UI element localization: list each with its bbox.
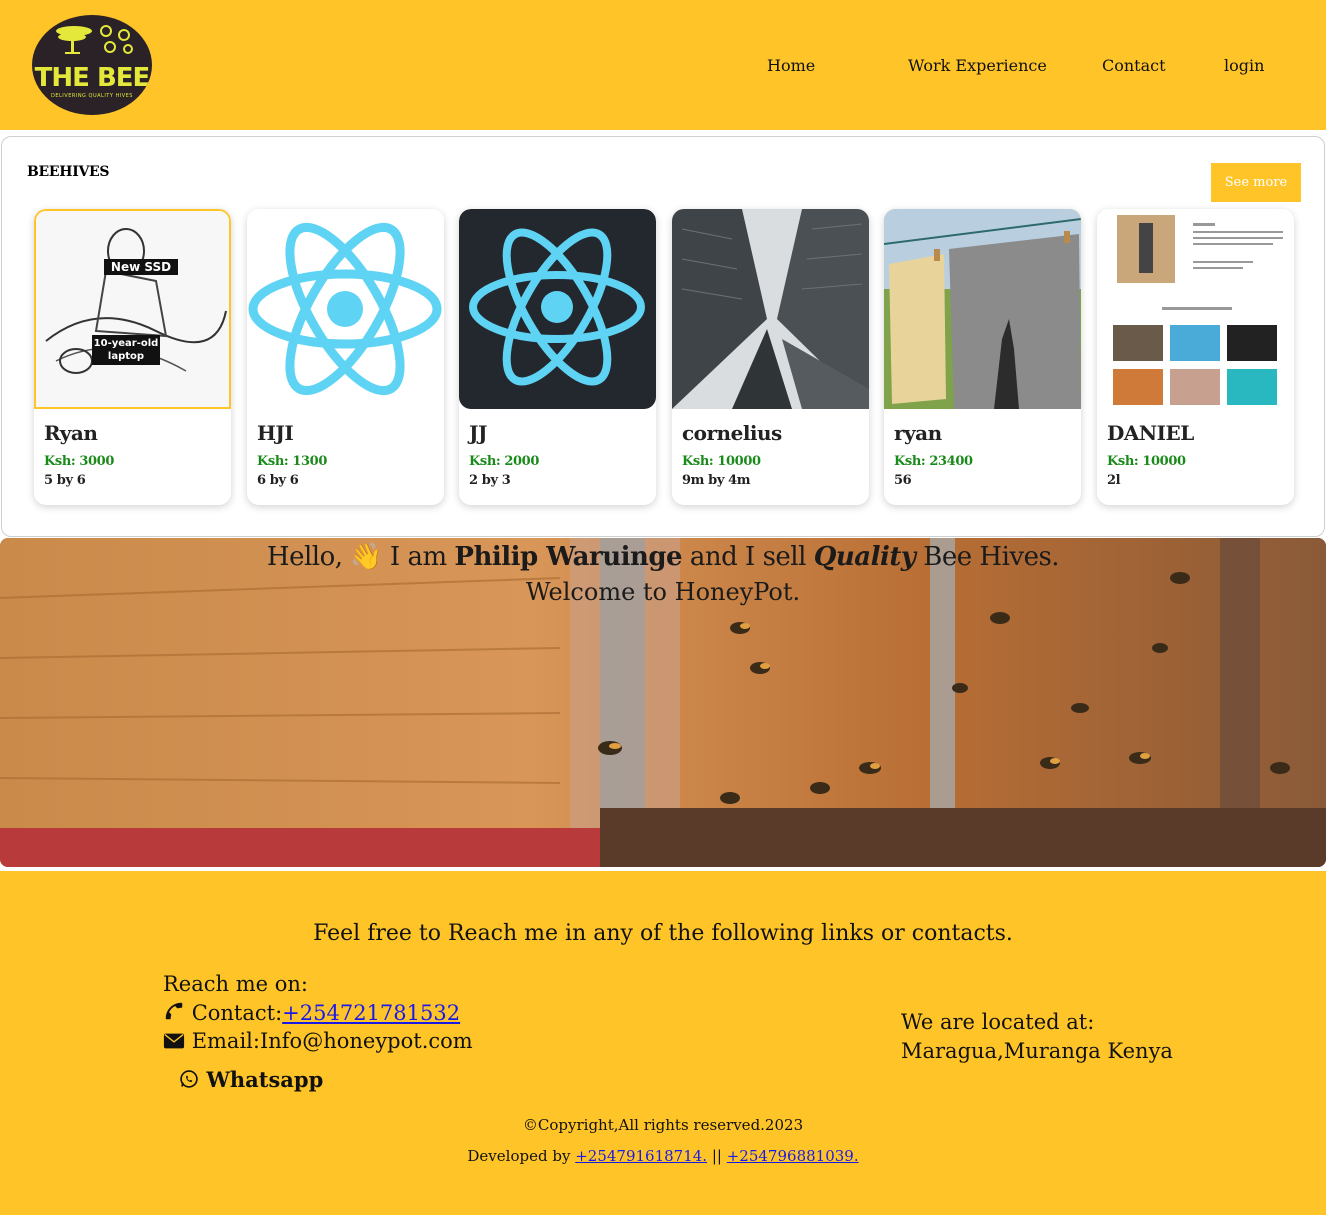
hive-image (459, 209, 656, 409)
thumb-badge: New SSD (110, 260, 172, 274)
hive-size: 56 (894, 473, 912, 488)
reach-label: Reach me on: (163, 972, 308, 996)
phone-icon (165, 1002, 183, 1020)
hive-image (1097, 209, 1294, 409)
contact-phone-link[interactable]: +254721781532 (282, 1001, 460, 1025)
hive-card[interactable]: New SSD 10-year-old laptop Ryan Ksh: 300… (34, 209, 231, 505)
hive-price: Ksh: 10000 (682, 454, 761, 469)
hive-image (247, 209, 444, 409)
hive-card[interactable]: cornelius Ksh: 10000 9m by 4m (672, 209, 869, 505)
hive-name: cornelius (682, 421, 782, 445)
developer-phone-2-link[interactable]: +254796881039. (727, 1147, 859, 1165)
section-title: BEEHIVES (27, 164, 110, 180)
site-logo[interactable]: THE BEE DELIVERING QUALITY HIVES (32, 15, 152, 115)
hero-banner: Hello, 👋 I am Philip Waruinge and I sell… (0, 538, 1326, 867)
nav-contact-link[interactable]: Contact (1102, 56, 1166, 75)
whatsapp-icon (180, 1070, 198, 1088)
site-footer: Feel free to Reach me in any of the foll… (0, 871, 1326, 1215)
contact-line: Contact:+254721781532 (163, 1000, 460, 1025)
hive-card[interactable]: DANIEL Ksh: 10000 2l (1097, 209, 1294, 505)
logo-text: THE BEE (34, 63, 151, 93)
email-line: Email:Info@honeypot.com (163, 1029, 473, 1053)
phone-separator: || (711, 1147, 722, 1165)
hive-card[interactable]: HJI Ksh: 1300 6 by 6 (247, 209, 444, 505)
hero-bee-hives: Bee Hives. (923, 542, 1060, 572)
hive-size: 2l (1107, 473, 1121, 488)
hive-name: DANIEL (1107, 421, 1194, 445)
envelope-icon (163, 1033, 185, 1049)
hive-card[interactable]: ryan Ksh: 23400 56 (884, 209, 1081, 505)
hive-name: ryan (894, 421, 942, 445)
hive-image (884, 209, 1081, 409)
hero-and-sell: and I sell (689, 542, 807, 572)
wave-icon: 👋 (350, 542, 383, 572)
hive-image: New SSD 10-year-old laptop (34, 209, 231, 409)
hive-size: 2 by 3 (469, 473, 511, 488)
hive-price: Ksh: 10000 (1107, 454, 1186, 469)
hive-size: 6 by 6 (257, 473, 299, 488)
developed-by-label: Developed by (467, 1147, 571, 1165)
location-value: Maragua,Muranga Kenya (901, 1039, 1173, 1063)
whatsapp-label: Whatsapp (206, 1067, 324, 1092)
hero-hello: Hello, (266, 542, 343, 572)
hive-image (672, 209, 869, 409)
hive-name: HJI (257, 421, 294, 445)
hive-price: Ksh: 23400 (894, 454, 973, 469)
nav-login-link[interactable]: login (1224, 56, 1264, 75)
location-label: We are located at: (901, 1010, 1095, 1034)
developed-by: Developed by +254791618714. || +25479688… (0, 1147, 1326, 1165)
hive-card[interactable]: JJ Ksh: 2000 2 by 3 (459, 209, 656, 505)
footer-intro: Feel free to Reach me in any of the foll… (313, 921, 1013, 946)
hero-i-am: I am (389, 542, 447, 572)
hive-price: Ksh: 1300 (257, 454, 327, 469)
see-more-button[interactable]: See more (1211, 163, 1301, 202)
hive-name: Ryan (44, 421, 98, 445)
site-header: THE BEE DELIVERING QUALITY HIVES Home Wo… (0, 0, 1326, 130)
logo-subtext: DELIVERING QUALITY HIVES (51, 93, 133, 99)
hive-size: 5 by 6 (44, 473, 86, 488)
copyright-text: ©Copyright,All rights reserved.2023 (522, 1116, 804, 1134)
hive-price: Ksh: 3000 (44, 454, 114, 469)
hero-welcome: Welcome to HoneyPot. (525, 578, 801, 606)
hive-size: 9m by 4m (682, 473, 751, 488)
nav-home-link[interactable]: Home (767, 56, 815, 75)
contact-label: Contact: (191, 1001, 283, 1025)
whatsapp-link[interactable]: Whatsapp (179, 1067, 323, 1092)
hero-greeting: Hello, 👋 I am Philip Waruinge and I sell… (0, 542, 1326, 572)
owner-name: Philip Waruinge (454, 542, 683, 572)
thumb-caption: 10-year-old laptop (93, 338, 159, 362)
developer-phone-1-link[interactable]: +254791618714. (575, 1147, 707, 1165)
beehives-section: BEEHIVES See more New SSD 10-year-old la… (1, 136, 1325, 537)
email-text: Email:Info@honeypot.com (191, 1029, 473, 1053)
nav-work-experience-link[interactable]: Work Experience (908, 56, 1047, 75)
hive-price: Ksh: 2000 (469, 454, 539, 469)
hive-name: JJ (469, 421, 487, 445)
hero-quality: Quality (813, 542, 916, 572)
